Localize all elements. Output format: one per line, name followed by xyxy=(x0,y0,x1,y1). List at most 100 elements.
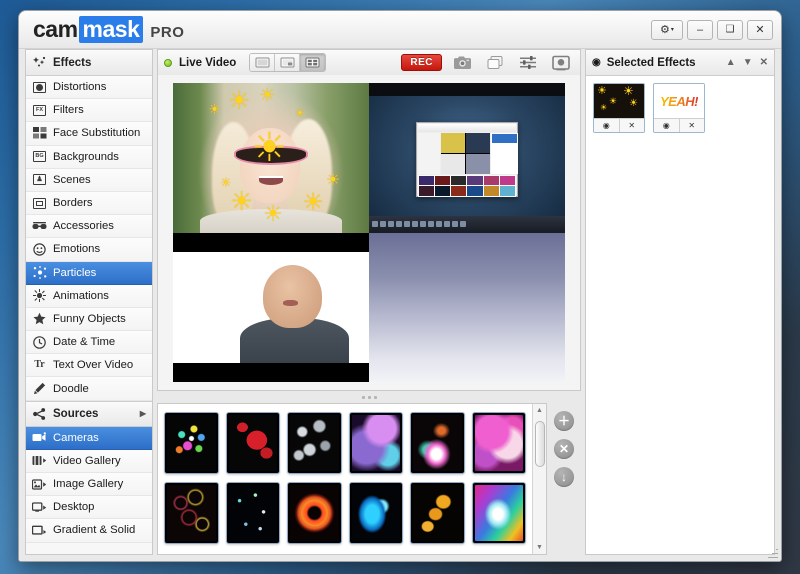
sidebar-effects-header[interactable]: Effects xyxy=(26,50,152,76)
fx-icon: FX xyxy=(32,104,47,117)
sidebar-item-face-substitution[interactable]: Face Substitution xyxy=(26,122,152,146)
quadrant-webcam-girl-sun-particles[interactable]: ☀ ☀ ☀ ☀ ☀ ☀ ☀ ☀ ☀ ☀ xyxy=(173,83,369,233)
sidebar-item-backgrounds[interactable]: BG Backgrounds xyxy=(26,145,152,169)
gallery-action-buttons: ＋ ✕ ↓ xyxy=(547,403,581,555)
sidebar-item-doodle[interactable]: Doodle xyxy=(26,377,152,401)
sidebar-item-desktop[interactable]: Desktop xyxy=(26,496,152,520)
particles-icon xyxy=(32,266,47,279)
effect-thumbnail-red-rings-particles[interactable] xyxy=(164,482,219,544)
sidebar-item-label: Filters xyxy=(53,104,84,117)
sidebar-item-label: Emotions xyxy=(53,243,101,256)
snapshot-icon[interactable] xyxy=(449,53,475,73)
settings-sliders-icon[interactable] xyxy=(515,53,541,73)
layers-icon[interactable] xyxy=(482,53,508,73)
sidebar-item-video-gallery[interactable]: Video Gallery xyxy=(26,449,152,473)
download-effect-button[interactable]: ↓ xyxy=(554,467,574,487)
scrollbar-thumb[interactable] xyxy=(535,421,545,467)
star-icon xyxy=(32,312,47,325)
quadrant-desktop-capture[interactable] xyxy=(369,83,565,233)
sidebar-item-label: Funny Objects xyxy=(53,312,126,325)
video-gallery-icon xyxy=(32,454,47,467)
scroll-up-button[interactable]: ▲ xyxy=(533,404,546,417)
effect-thumbnail-blue-splash-particles[interactable] xyxy=(348,482,403,544)
sidebar-item-particles[interactable]: Particles xyxy=(26,261,152,285)
effect-thumbnail-bubbles-grey-particles[interactable] xyxy=(287,412,342,474)
effect-thumbnail-image xyxy=(167,415,216,471)
broadcast-icon[interactable] xyxy=(548,53,574,73)
sidebar-item-animations[interactable]: Animations xyxy=(26,284,152,308)
effect-thumbnail-pink-flame-particles[interactable] xyxy=(410,412,465,474)
effect-visibility-toggle[interactable]: ◉ xyxy=(654,119,680,132)
sidebar-item-emotions[interactable]: Emotions xyxy=(26,238,152,262)
effects-icon xyxy=(32,56,47,69)
scrollbar-track[interactable] xyxy=(533,417,546,541)
nested-app-window xyxy=(416,121,518,197)
effect-thumbnail-purple-orbs-particles[interactable] xyxy=(348,412,403,474)
sidebar-item-distortions[interactable]: Distortions xyxy=(26,76,152,100)
settings-button[interactable]: ⚙ ▾ xyxy=(651,19,683,40)
pencil-icon xyxy=(32,382,47,395)
sidebar-item-label: Desktop xyxy=(53,501,95,514)
maximize-button[interactable]: ❑ xyxy=(717,19,743,40)
add-effect-button[interactable]: ＋ xyxy=(554,411,574,431)
bg-icon: BG xyxy=(32,150,47,163)
sidebar-item-accessories[interactable]: Accessories xyxy=(26,215,152,239)
sidebar-item-text-over-video[interactable]: Tr Text Over Video xyxy=(26,354,152,378)
effect-thumbnail-image xyxy=(413,485,462,541)
selected-effects-panel: ◉ Selected Effects ▲ ▼ ✕ ☀ ☀ ☀ ☀ ☀ ◉ ✕ Y… xyxy=(585,49,775,555)
sidebar-item-gradient-solid[interactable]: Gradient & Solid xyxy=(26,519,152,543)
selected-effect-sun-particles[interactable]: ☀ ☀ ☀ ☀ ☀ ◉ ✕ xyxy=(593,83,645,133)
effect-thumbnail-image xyxy=(474,415,523,471)
effect-thumbnail-image xyxy=(413,415,462,471)
effect-thumbnail-gold-smoke-particles[interactable] xyxy=(410,482,465,544)
effect-thumbnail-rainbow-blur-particles[interactable] xyxy=(471,482,526,544)
effect-remove-button[interactable]: ✕ xyxy=(680,119,705,132)
effect-thumbnail-kabuki-mask-particles[interactable] xyxy=(225,412,280,474)
gallery-scrollbar[interactable]: ▲ ▼ xyxy=(532,404,546,554)
accessories-icon xyxy=(32,220,47,233)
effect-thumbnail-image xyxy=(290,485,339,541)
app-window: cam mask PRO ⚙ ▾ – ❑ ✕ Effects Distortio… xyxy=(18,10,782,562)
sidebar-item-label: Text Over Video xyxy=(53,359,134,372)
selected-effect-yeah-text[interactable]: YEAH! ◉ ✕ xyxy=(653,83,705,133)
sidebar-item-funny-objects[interactable]: Funny Objects xyxy=(26,307,152,332)
effects-thumbnail-grid xyxy=(158,404,532,554)
effect-thumbnail-starfield-particles[interactable] xyxy=(225,482,280,544)
move-up-button[interactable]: ▲ xyxy=(726,57,736,68)
quadrant-video-gallery-man[interactable] xyxy=(173,232,369,382)
quadrant-gradient-solid[interactable] xyxy=(369,232,565,382)
clear-effects-button[interactable]: ✕ xyxy=(760,57,768,68)
effect-thumbnail-magenta-bokeh-particles[interactable] xyxy=(471,412,526,474)
scroll-down-button[interactable]: ▼ xyxy=(533,541,546,554)
effect-thumbnail-orange-flower-particles[interactable] xyxy=(287,482,342,544)
layout-mode-group xyxy=(249,53,327,72)
resize-grip[interactable] xyxy=(766,546,778,558)
sidebar-item-cameras[interactable]: Cameras xyxy=(26,426,152,450)
sidebar-item-scenes[interactable]: ♟ Scenes xyxy=(26,168,152,192)
remove-effect-button[interactable]: ✕ xyxy=(554,439,574,459)
eye-icon[interactable]: ◉ xyxy=(592,57,601,68)
layout-pip-view-button[interactable] xyxy=(275,54,301,71)
effect-thumbnail-image xyxy=(351,415,400,471)
sidebar-item-borders[interactable]: Borders xyxy=(26,191,152,216)
chevron-down-icon: ▾ xyxy=(670,27,674,33)
sidebar-item-image-gallery[interactable]: Image Gallery xyxy=(26,473,152,497)
sidebar-sources-header[interactable]: Sources ▶ xyxy=(26,400,152,427)
effect-thumbnail-image xyxy=(351,485,400,541)
sun-particle: ☀ xyxy=(259,84,276,105)
move-down-button[interactable]: ▼ xyxy=(743,57,753,68)
layout-single-view-button[interactable] xyxy=(250,54,276,71)
effect-thumbnail-confetti-particles[interactable] xyxy=(164,412,219,474)
record-button[interactable]: REC xyxy=(401,54,442,71)
sidebar-item-date-time[interactable]: Date & Time xyxy=(26,331,152,355)
effect-visibility-toggle[interactable]: ◉ xyxy=(594,119,620,132)
layout-grid-view-button[interactable] xyxy=(300,54,326,71)
sun-particle: ☀ xyxy=(294,105,306,120)
panel-splitter[interactable] xyxy=(157,391,581,403)
effect-remove-button[interactable]: ✕ xyxy=(620,119,645,132)
sidebar-item-filters[interactable]: FX Filters xyxy=(26,99,152,123)
scenes-icon: ♟ xyxy=(32,173,47,186)
minimize-button[interactable]: – xyxy=(687,19,713,40)
close-button[interactable]: ✕ xyxy=(747,19,773,40)
video-grid[interactable]: ☀ ☀ ☀ ☀ ☀ ☀ ☀ ☀ ☀ ☀ xyxy=(173,83,565,382)
